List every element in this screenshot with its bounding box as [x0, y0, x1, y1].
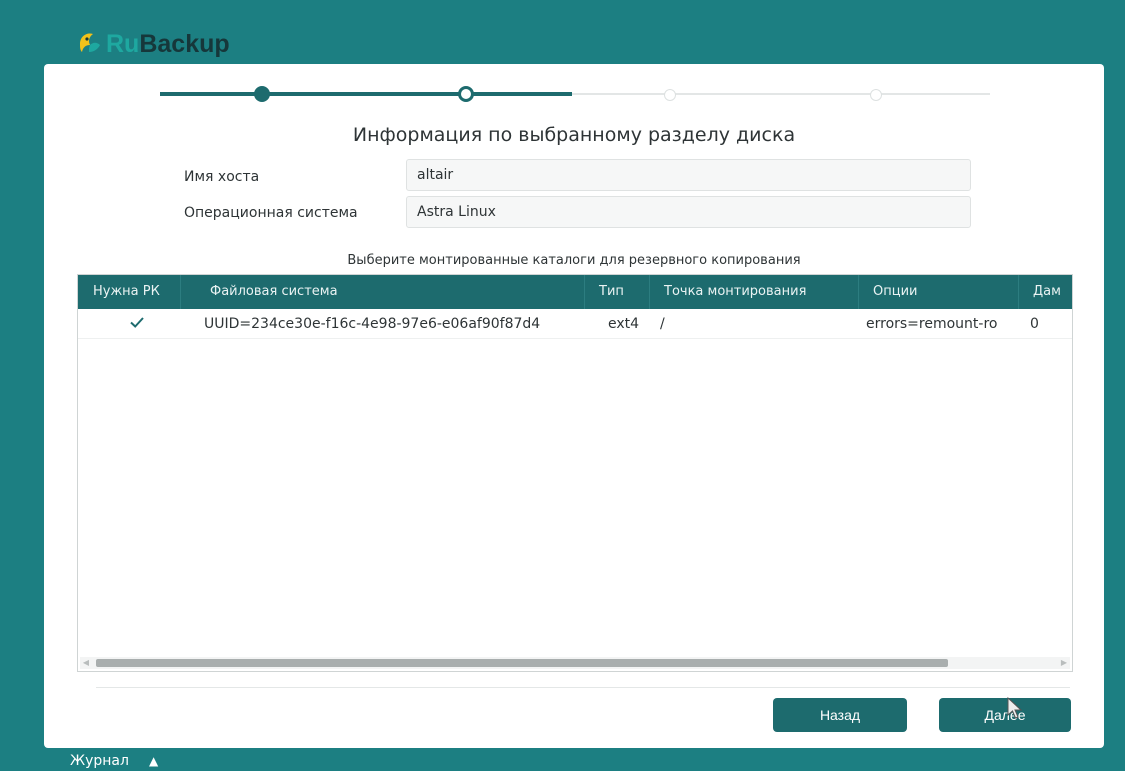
column-divider: [649, 275, 650, 309]
step-3-pending: [664, 89, 676, 101]
step-4-pending: [870, 89, 882, 101]
cell-options: errors=remount-ro: [866, 316, 998, 332]
back-button[interactable]: Назад: [773, 698, 907, 732]
os-label: Операционная система: [184, 205, 358, 221]
cell-dump: 0: [1030, 316, 1039, 332]
app-logo: RuBackup: [76, 26, 230, 62]
page-title: Информация по выбранному разделу диска: [352, 124, 796, 146]
column-divider: [1018, 275, 1019, 309]
column-header-backup-needed[interactable]: Нужна РК: [93, 284, 160, 299]
logo-text-backup: Backup: [139, 29, 230, 58]
log-panel-toggle[interactable]: Журнал ▲: [70, 751, 158, 771]
logo-text: RuBackup: [106, 30, 230, 59]
step-1-completed: [254, 86, 270, 102]
wizard-panel: Информация по выбранному разделу диска И…: [44, 64, 1104, 748]
next-button[interactable]: Далее: [939, 698, 1071, 732]
column-divider: [858, 275, 859, 309]
step-2-current: [458, 86, 474, 102]
scroll-right-arrow-icon[interactable]: ▶: [1058, 657, 1070, 669]
os-field[interactable]: Astra Linux: [406, 196, 971, 228]
chevron-up-icon[interactable]: ▲: [149, 754, 158, 768]
column-header-dump[interactable]: Дам: [1033, 284, 1061, 299]
horizontal-scrollbar[interactable]: ◀ ▶: [80, 657, 1070, 669]
cell-mountpoint: /: [660, 316, 665, 332]
table-header: Нужна РК Файловая система Тип Точка монт…: [78, 275, 1072, 309]
wizard-stepper: [160, 86, 990, 102]
mounts-caption: Выберите монтированные каталоги для резе…: [347, 253, 801, 268]
hostname-field[interactable]: altair: [406, 159, 971, 191]
mouse-cursor-icon: [1007, 696, 1023, 719]
stepper-progress-remaining: [572, 93, 990, 95]
footer-divider: [96, 687, 1070, 688]
scroll-left-arrow-icon[interactable]: ◀: [80, 657, 92, 669]
logo-icon: [80, 33, 100, 52]
column-divider: [180, 275, 181, 309]
cell-type: ext4: [608, 316, 640, 332]
hostname-label: Имя хоста: [184, 169, 260, 185]
column-divider: [584, 275, 585, 309]
checkmark-icon[interactable]: [128, 313, 146, 331]
column-header-mountpoint[interactable]: Точка монтирования: [664, 284, 806, 299]
table-row[interactable]: UUID=234ce30e-f16c-4e98-97e6-e06af90f87d…: [78, 309, 1072, 339]
cell-filesystem: UUID=234ce30e-f16c-4e98-97e6-e06af90f87d…: [204, 316, 541, 332]
column-header-options[interactable]: Опции: [873, 284, 917, 299]
column-header-type[interactable]: Тип: [599, 284, 624, 299]
scrollbar-thumb[interactable]: [96, 659, 948, 667]
logo-text-ru: Ru: [106, 29, 140, 58]
log-label[interactable]: Журнал: [70, 753, 129, 769]
column-header-filesystem[interactable]: Файловая система: [210, 284, 338, 299]
stepper-progress-done: [160, 92, 572, 96]
mounts-table[interactable]: Нужна РК Файловая система Тип Точка монт…: [77, 274, 1073, 672]
